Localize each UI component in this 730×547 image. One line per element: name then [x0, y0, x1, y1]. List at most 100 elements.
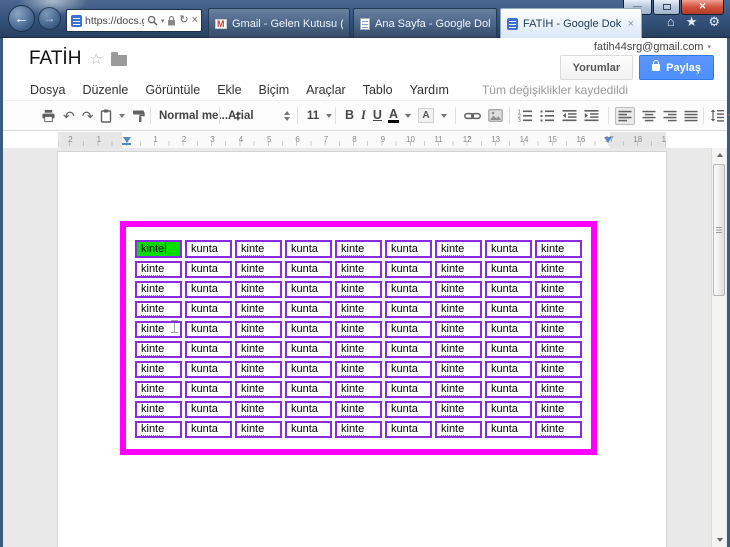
- scroll-down-button[interactable]: [712, 533, 727, 547]
- table-cell[interactable]: kunta: [485, 301, 532, 318]
- table-cell[interactable]: kinte: [335, 321, 382, 338]
- table-cell[interactable]: kunta: [185, 401, 232, 418]
- menu-item-araclar[interactable]: Araçlar: [306, 83, 346, 97]
- address-bar[interactable]: https://docs.google.c... ▾ ↻ ×: [66, 9, 202, 32]
- table-cell[interactable]: kunta: [485, 240, 532, 258]
- table-cell[interactable]: kinte: [435, 321, 482, 338]
- table-cell[interactable]: kunta: [185, 261, 232, 278]
- table-cell[interactable]: kunta: [185, 321, 232, 338]
- table-cell[interactable]: kinte: [135, 240, 182, 258]
- table-cell[interactable]: kinte: [235, 341, 282, 358]
- scroll-up-button[interactable]: [712, 148, 727, 162]
- table-cell[interactable]: kunta: [485, 421, 532, 438]
- numbered-list-icon[interactable]: 123: [518, 109, 533, 122]
- table-cell[interactable]: kinte: [535, 421, 582, 438]
- table-cell[interactable]: kunta: [485, 341, 532, 358]
- table-cell[interactable]: kunta: [285, 421, 332, 438]
- table-cell[interactable]: kinte: [135, 301, 182, 318]
- table-cell[interactable]: kunta: [185, 281, 232, 298]
- table-cell[interactable]: kunta: [485, 321, 532, 338]
- table-cell[interactable]: kunta: [285, 321, 332, 338]
- table-cell[interactable]: kunta: [285, 341, 332, 358]
- table-cell[interactable]: kunta: [185, 361, 232, 378]
- table-cell[interactable]: kinte: [335, 261, 382, 278]
- table-cell[interactable]: kinte: [135, 421, 182, 438]
- home-icon[interactable]: ⌂: [667, 15, 675, 28]
- text-color-caret-icon[interactable]: [404, 113, 411, 118]
- move-to-folder-icon[interactable]: [110, 51, 127, 66]
- table-cell[interactable]: kunta: [285, 361, 332, 378]
- table-cell[interactable]: kinte: [235, 361, 282, 378]
- text-color-button[interactable]: A: [387, 108, 400, 124]
- table-cell[interactable]: kinte: [235, 401, 282, 418]
- line-spacing-dropdown[interactable]: [710, 101, 730, 130]
- table-cell[interactable]: kunta: [485, 261, 532, 278]
- font-size-dropdown[interactable]: 11: [307, 101, 333, 130]
- table-cell[interactable]: kunta: [285, 261, 332, 278]
- table-cell[interactable]: kinte: [235, 381, 282, 398]
- table-cell[interactable]: kunta: [185, 341, 232, 358]
- table-cell[interactable]: kinte: [235, 301, 282, 318]
- table-cell[interactable]: kinte: [535, 281, 582, 298]
- menu-item-dosya[interactable]: Dosya: [30, 83, 65, 97]
- table-cell[interactable]: kunta: [385, 301, 432, 318]
- table-cell[interactable]: kinte: [135, 361, 182, 378]
- vertical-scrollbar[interactable]: [711, 148, 726, 547]
- comments-button[interactable]: Yorumlar: [559, 55, 634, 80]
- table-cell[interactable]: kunta: [385, 261, 432, 278]
- table-cell[interactable]: kinte: [335, 361, 382, 378]
- document-page[interactable]: kinte kunta kinte kunta kinte kunta kinte kunta…: [58, 152, 666, 547]
- table-cell[interactable]: kinte: [535, 381, 582, 398]
- table-cell[interactable]: kinte: [435, 261, 482, 278]
- url-text[interactable]: https://docs.google.c...: [85, 15, 144, 27]
- table-cell[interactable]: kinte: [135, 261, 182, 278]
- table-cell[interactable]: kinte: [235, 421, 282, 438]
- align-right-icon[interactable]: [663, 110, 677, 122]
- table-cell[interactable]: kunta: [485, 381, 532, 398]
- ruler[interactable]: 2112345678910111213141516171819: [58, 132, 666, 148]
- left-indent-bar[interactable]: [122, 143, 131, 145]
- back-button[interactable]: ←: [8, 5, 35, 32]
- table-cell[interactable]: kinte: [235, 321, 282, 338]
- align-justify-icon[interactable]: [684, 110, 698, 122]
- table-cell[interactable]: kunta: [285, 240, 332, 258]
- tab-docs-home[interactable]: Ana Sayfa - Google Doküm...: [353, 8, 497, 38]
- table-cell[interactable]: kunta: [485, 361, 532, 378]
- table-cell[interactable]: kunta: [285, 381, 332, 398]
- table-cell[interactable]: kinte: [335, 381, 382, 398]
- tools-gear-icon[interactable]: ⚙: [708, 15, 720, 28]
- table-cell[interactable]: kinte: [135, 401, 182, 418]
- table-cell[interactable]: kinte: [435, 401, 482, 418]
- redo-icon[interactable]: ↷: [82, 109, 94, 123]
- table-cell[interactable]: kinte: [435, 341, 482, 358]
- bulleted-list-icon[interactable]: [540, 109, 555, 122]
- star-document-icon[interactable]: ☆: [89, 50, 102, 68]
- table-cell[interactable]: kunta: [385, 281, 432, 298]
- table-cell[interactable]: kinte: [435, 381, 482, 398]
- close-window-button[interactable]: ✕: [681, 0, 724, 15]
- align-center-icon[interactable]: [642, 110, 656, 122]
- paint-format-icon[interactable]: [132, 109, 146, 123]
- table-cell[interactable]: kunta: [185, 381, 232, 398]
- table-cell[interactable]: kinte: [535, 261, 582, 278]
- tab-close-icon[interactable]: ×: [627, 18, 635, 30]
- menu-item-ekle[interactable]: Ekle: [217, 83, 241, 97]
- font-dropdown[interactable]: Arial: [228, 101, 290, 130]
- table-cell[interactable]: kinte: [335, 281, 382, 298]
- forward-button[interactable]: →: [38, 7, 61, 30]
- account-menu[interactable]: fatih44srg@gmail.com ▾: [594, 41, 711, 53]
- highlight-color-button[interactable]: A: [417, 108, 434, 123]
- table-cell[interactable]: kunta: [385, 421, 432, 438]
- print-icon[interactable]: [41, 109, 56, 123]
- table-cell[interactable]: kinte: [535, 401, 582, 418]
- menu-item-duzenle[interactable]: Düzenle: [82, 83, 128, 97]
- share-button[interactable]: Paylaş: [639, 55, 714, 80]
- table-cell[interactable]: kinte: [335, 301, 382, 318]
- favorites-star-icon[interactable]: ★: [686, 15, 698, 28]
- menu-item-tablo[interactable]: Tablo: [363, 83, 393, 97]
- table-cell[interactable]: kinte: [135, 341, 182, 358]
- table-cell[interactable]: kunta: [485, 401, 532, 418]
- menu-item-bicim[interactable]: Biçim: [259, 83, 290, 97]
- highlight-caret-icon[interactable]: [440, 113, 447, 118]
- italic-button[interactable]: I: [361, 109, 366, 122]
